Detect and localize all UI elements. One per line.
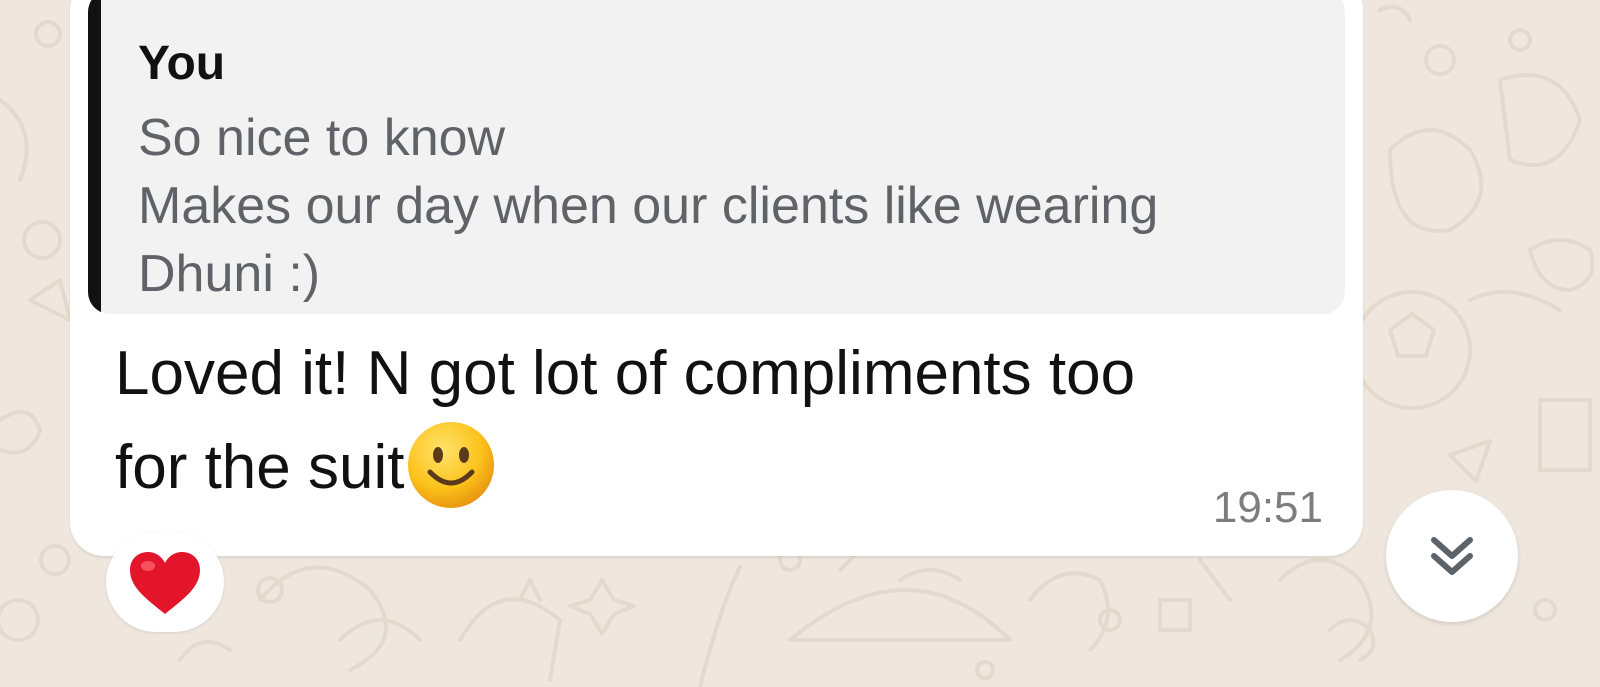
message-reaction[interactable] [106,532,224,632]
quote-accent-bar [88,0,101,314]
red-heart-icon [130,552,200,614]
message-text: Loved it! N got lot of compliments too f… [115,328,1315,514]
message-line: Loved it! N got lot of compliments too [115,339,1136,408]
quoted-author: You [138,37,226,90]
message-bubble[interactable]: You So nice to know Makes our day when o… [70,0,1363,556]
double-chevron-down-icon [1431,537,1473,575]
smiling-face-emoji-icon [408,422,495,508]
scroll-to-bottom-button[interactable] [1386,490,1518,622]
quoted-line: So nice to know [138,109,506,167]
quoted-reply[interactable]: You So nice to know Makes our day when o… [88,0,1345,314]
message-line-with-emoji: for the suit [115,420,1315,514]
quoted-text: So nice to know Makes our day when our c… [138,104,1328,308]
quoted-line: Dhuni :) [138,245,321,303]
message-timestamp: 19:51 [1212,483,1323,532]
quoted-line: Makes our day when our clients like wear… [138,177,1159,235]
message-line: for the suit [115,433,405,502]
